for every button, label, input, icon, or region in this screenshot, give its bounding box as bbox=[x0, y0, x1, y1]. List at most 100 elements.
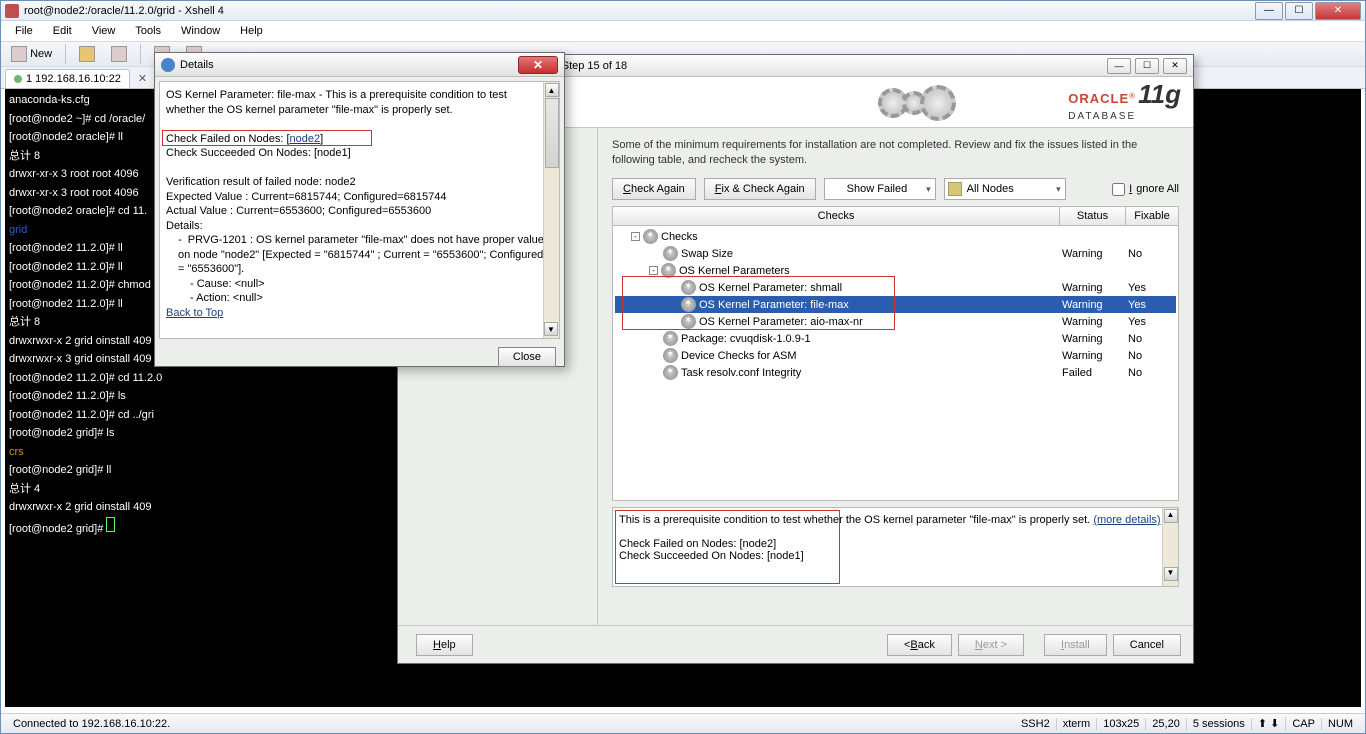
check-row[interactable]: Task resolv.conf IntegrityFailedNo bbox=[615, 364, 1176, 381]
check-status: Warning bbox=[1058, 350, 1124, 362]
check-status: Failed bbox=[1058, 367, 1124, 379]
details-titlebar[interactable]: Details ✕ bbox=[155, 53, 564, 77]
maximize-button[interactable]: ☐ bbox=[1285, 2, 1313, 20]
check-label: Swap Size bbox=[681, 248, 733, 260]
check-status: Warning bbox=[1058, 282, 1124, 294]
scroll-thumb[interactable] bbox=[545, 98, 559, 168]
close-button[interactable]: ✕ bbox=[1315, 2, 1361, 20]
menu-view[interactable]: View bbox=[82, 22, 126, 40]
check-row[interactable]: -OS Kernel Parameters bbox=[615, 262, 1176, 279]
scrollbar[interactable]: ▲▼ bbox=[1162, 508, 1178, 586]
check-again-button[interactable]: Check Again bbox=[612, 178, 696, 200]
more-details-link[interactable]: (more details) bbox=[1093, 514, 1160, 526]
tree-expander-icon[interactable]: - bbox=[649, 266, 658, 275]
logo-oracle: ORACLE bbox=[1068, 91, 1129, 106]
col-checks: Checks bbox=[613, 207, 1060, 225]
tree-expander-icon[interactable]: - bbox=[631, 232, 640, 241]
check-fixable: Yes bbox=[1124, 316, 1176, 328]
next-button[interactable]: Next > bbox=[958, 634, 1024, 656]
scroll-down-icon[interactable]: ▼ bbox=[1164, 567, 1178, 581]
detail-succeeded: Check Succeeded On Nodes: [node1] bbox=[619, 550, 804, 562]
window-controls: — ☐ ✕ bbox=[1253, 2, 1361, 20]
details-description: OS Kernel Parameter: file-max - This is … bbox=[166, 88, 549, 117]
scroll-up-icon[interactable]: ▲ bbox=[545, 83, 559, 97]
close-button[interactable]: Close bbox=[498, 347, 556, 367]
tab-label: 1 192.168.16.10:22 bbox=[26, 73, 121, 85]
check-label: OS Kernel Parameter: file-max bbox=[699, 299, 849, 311]
action-buttons-row: Check Again Fix & Check Again Show Faile… bbox=[612, 178, 1179, 200]
menu-tools[interactable]: Tools bbox=[125, 22, 171, 40]
failed-node-link[interactable]: node2 bbox=[290, 133, 321, 145]
details-action: - Action: <null> bbox=[166, 291, 549, 306]
toolbar-open-icon[interactable] bbox=[73, 43, 101, 65]
help-button[interactable]: Help bbox=[416, 634, 473, 656]
minimize-button[interactable]: — bbox=[1255, 2, 1283, 20]
minimize-button[interactable]: — bbox=[1107, 58, 1131, 74]
scrollbar[interactable]: ▲▼ bbox=[543, 82, 559, 338]
xshell-statusbar: Connected to 192.168.16.10:22. SSH2 xter… bbox=[1, 713, 1365, 733]
session-tab[interactable]: 1 192.168.16.10:22 bbox=[5, 69, 130, 88]
check-fixable: Yes bbox=[1124, 282, 1176, 294]
logo-database: DATABASE bbox=[1068, 111, 1136, 122]
details-verification: Verification result of failed node: node… bbox=[166, 175, 549, 190]
check-row[interactable]: Device Checks for ASM WarningNo bbox=[615, 347, 1176, 364]
menu-file[interactable]: File bbox=[5, 22, 43, 40]
check-status: Warning bbox=[1058, 248, 1124, 260]
new-session-button[interactable]: New bbox=[5, 43, 58, 65]
check-icon bbox=[663, 365, 678, 380]
details-footer: Close bbox=[155, 343, 564, 371]
check-icon bbox=[681, 314, 696, 329]
details-dialog: Details ✕ OS Kernel Parameter: file-max … bbox=[154, 52, 565, 367]
check-label: OS Kernel Parameter: shmall bbox=[699, 282, 842, 294]
back-to-top-link[interactable]: Back to Top bbox=[166, 307, 223, 319]
check-fixable: No bbox=[1124, 248, 1176, 260]
check-row[interactable]: -Checks bbox=[615, 228, 1176, 245]
check-row[interactable]: Package: cvuqdisk-1.0.9-1WarningNo bbox=[615, 330, 1176, 347]
check-fixable: Yes bbox=[1124, 299, 1176, 311]
checks-table: Checks Status Fixable -ChecksSwap SizeWa… bbox=[612, 206, 1179, 501]
back-button[interactable]: < Back bbox=[887, 634, 952, 656]
check-row[interactable]: OS Kernel Parameter: shmall WarningYes bbox=[615, 279, 1176, 296]
status-dimensions: 103x25 bbox=[1097, 718, 1146, 730]
check-status: Warning bbox=[1058, 316, 1124, 328]
maximize-button[interactable]: ☐ bbox=[1135, 58, 1159, 74]
install-button[interactable]: Install bbox=[1044, 634, 1107, 656]
new-tab-button[interactable]: ✕ bbox=[130, 69, 155, 88]
scroll-down-icon[interactable]: ▼ bbox=[544, 322, 558, 336]
check-label: Device Checks for ASM bbox=[681, 350, 797, 362]
menu-edit[interactable]: Edit bbox=[43, 22, 82, 40]
check-icon bbox=[663, 331, 678, 346]
check-row[interactable]: Swap Size WarningNo bbox=[615, 245, 1176, 262]
check-fixable: No bbox=[1124, 350, 1176, 362]
status-protocol: SSH2 bbox=[1015, 718, 1057, 730]
check-icon bbox=[643, 229, 658, 244]
check-row[interactable]: OS Kernel Parameter: aio-max-nrWarningYe… bbox=[615, 313, 1176, 330]
details-title: Details bbox=[180, 59, 518, 71]
nodes-filter-dropdown[interactable]: All Nodes bbox=[944, 178, 1066, 200]
menu-window[interactable]: Window bbox=[171, 22, 230, 40]
scroll-up-icon[interactable]: ▲ bbox=[1164, 509, 1178, 523]
check-icon bbox=[663, 348, 678, 363]
details-label: Details: bbox=[166, 219, 549, 234]
info-message: Some of the minimum requirements for ins… bbox=[612, 138, 1179, 168]
logo-version: 11g bbox=[1138, 79, 1181, 109]
gear-icon bbox=[920, 85, 956, 121]
ignore-all-checkbox[interactable]: Ignore All bbox=[1112, 183, 1179, 196]
checks-tree[interactable]: -ChecksSwap SizeWarningNo-OS Kernel Para… bbox=[613, 226, 1178, 383]
details-actual: Actual Value : Current=6553600; Configur… bbox=[166, 204, 549, 219]
fix-check-again-button[interactable]: Fix & Check Again bbox=[704, 178, 816, 200]
close-button[interactable]: ✕ bbox=[1163, 58, 1187, 74]
check-fixable: No bbox=[1124, 367, 1176, 379]
status-transfer-icon: ⬆ ⬇ bbox=[1252, 717, 1287, 730]
wizard-footer: Help < Back Next > Install Cancel bbox=[398, 625, 1193, 663]
show-filter-dropdown[interactable]: Show Failed bbox=[824, 178, 936, 200]
status-cursor-pos: 25,20 bbox=[1146, 718, 1187, 730]
xshell-menubar: File Edit View Tools Window Help bbox=[1, 21, 1365, 41]
cancel-button[interactable]: Cancel bbox=[1113, 634, 1181, 656]
details-cause: - Cause: <null> bbox=[166, 277, 549, 292]
xshell-titlebar[interactable]: root@node2:/oracle/11.2.0/grid - Xshell … bbox=[1, 1, 1365, 21]
check-row[interactable]: OS Kernel Parameter: file-maxWarningYes bbox=[615, 296, 1176, 313]
close-button[interactable]: ✕ bbox=[518, 56, 558, 74]
menu-help[interactable]: Help bbox=[230, 22, 273, 40]
toolbar-button[interactable] bbox=[105, 43, 133, 65]
